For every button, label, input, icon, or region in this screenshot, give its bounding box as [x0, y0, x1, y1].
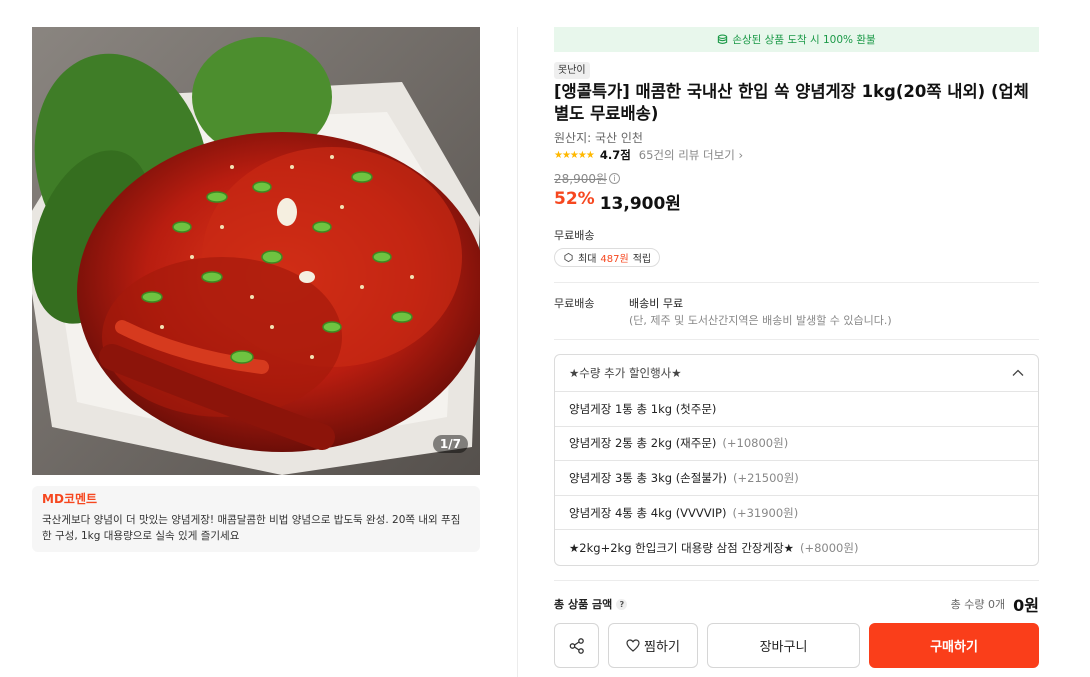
- heart-icon: [626, 639, 640, 652]
- delivery-label: 무료배송: [554, 297, 595, 310]
- points-chip[interactable]: 최대 487원 적립: [554, 248, 661, 267]
- cart-button-label: 장바구니: [759, 640, 808, 655]
- option-item[interactable]: 양념게장 2통 총 2kg (재주문) (+10800원): [555, 427, 1038, 462]
- option-label: 양념게장 2통 총 2kg (재주문): [569, 436, 717, 451]
- points-value: 487원: [600, 254, 629, 265]
- points-suffix: 적립: [632, 254, 652, 265]
- original-price-row: 28,900원 i: [554, 170, 621, 187]
- original-price: 28,900원: [554, 172, 608, 186]
- buy-button-label: 구매하기: [930, 640, 978, 655]
- column-divider: [517, 27, 518, 677]
- total-label-text: 총 상품 금액: [554, 598, 613, 611]
- option-label: ★2kg+2kg 한입크기 대용량 삼점 간장게장★: [569, 540, 794, 555]
- option-item[interactable]: 양념게장 4통 총 4kg (VVVVIP) (+31900원): [555, 496, 1038, 531]
- points-icon: [564, 252, 573, 263]
- delivery-fee: 배송비 무료: [629, 297, 684, 310]
- total-row: 총 상품 금액 ? 총 수량 0개 0원: [554, 592, 1039, 616]
- option-select: ★수량 추가 할인행사★ 양념게장 1통 총 1kg (첫주문) 양념게장 2통…: [554, 354, 1039, 566]
- total-price: 0원: [1013, 596, 1039, 615]
- sale-price: 13,900원: [599, 194, 681, 214]
- section-divider: [554, 580, 1039, 581]
- md-comment-title: MD코멘트: [42, 492, 98, 506]
- total-summary: 총 수량 0개 0원: [951, 592, 1039, 616]
- info-icon[interactable]: i: [609, 173, 621, 184]
- share-icon: [569, 637, 584, 654]
- wish-button-label: 찜하기: [644, 640, 680, 655]
- wish-button[interactable]: 찜하기: [608, 623, 698, 668]
- option-label: 양념게장 1통 총 1kg (첫주문): [569, 401, 717, 416]
- option-select-header[interactable]: ★수량 추가 할인행사★: [555, 355, 1038, 392]
- coin-stack-icon: [718, 34, 728, 44]
- help-icon[interactable]: ?: [616, 598, 628, 610]
- product-title: [앵콜특가] 매콤한 국내산 한입 쏙 양념게장 1kg(20쪽 내외) (업체…: [554, 82, 1029, 123]
- image-counter: 1/7: [432, 435, 468, 453]
- option-item[interactable]: 양념게장 3통 총 3kg (손절불가) (+21500원): [555, 461, 1038, 496]
- product-image[interactable]: 1/7: [32, 27, 480, 475]
- rating-score: 4.7점: [599, 148, 631, 162]
- option-extra-price: (+10800원): [722, 436, 789, 451]
- product-photo-illustration: [32, 27, 480, 475]
- product-origin: 원산지: 국산 인천: [554, 131, 643, 145]
- option-select-title: ★수량 추가 할인행사★: [569, 366, 682, 380]
- points-prefix: 최대: [578, 254, 597, 265]
- chevron-up-icon[interactable]: [1012, 369, 1024, 377]
- star-rating-icon: ★★★★★: [554, 149, 595, 161]
- md-comment: MD코멘트 국산게보다 양념이 더 맛있는 양념게장! 매콤달콤한 비법 양념으…: [32, 486, 480, 552]
- option-label: 양념게장 4통 총 4kg (VVVVIP): [569, 505, 727, 520]
- delivery-note: (단, 제주 및 도서산간지역은 배송비 발생할 수 있습니다.): [629, 314, 892, 327]
- discount-rate: 52%: [554, 189, 595, 209]
- refund-banner: 손상된 상품 도착 시 100% 환불: [554, 27, 1039, 52]
- share-button[interactable]: [554, 623, 599, 668]
- reviews-link[interactable]: 65건의 리뷰 더보기 ›: [639, 147, 743, 163]
- price-row: 52% 13,900원: [554, 189, 681, 214]
- total-label: 총 상품 금액 ?: [554, 596, 628, 612]
- option-extra-price: (+8000원): [799, 540, 859, 555]
- total-quantity: 총 수량 0개: [950, 598, 1006, 611]
- md-comment-text: 국산게보다 양념이 더 맛있는 양념게장! 매콤달콤한 비법 양념으로 밥도둑 …: [42, 514, 461, 542]
- option-item[interactable]: ★2kg+2kg 한입크기 대용량 삼점 간장게장★ (+8000원): [555, 530, 1038, 565]
- section-divider: [554, 282, 1039, 283]
- buy-button[interactable]: 구매하기: [869, 623, 1039, 668]
- rating-row: ★★★★★ 4.7점 65건의 리뷰 더보기 ›: [554, 147, 743, 163]
- option-extra-price: (+31900원): [732, 505, 799, 520]
- option-label: 양념게장 3통 총 3kg (손절불가): [569, 470, 727, 485]
- free-shipping-label: 무료배송: [554, 229, 595, 242]
- refund-banner-text: 손상된 상품 도착 시 100% 환불: [732, 34, 876, 46]
- option-item[interactable]: 양념게장 1통 총 1kg (첫주문): [555, 392, 1038, 427]
- option-extra-price: (+21500원): [733, 470, 799, 485]
- section-divider: [554, 339, 1039, 340]
- product-badge: 못난이: [554, 62, 590, 79]
- cart-button[interactable]: 장바구니: [707, 623, 860, 668]
